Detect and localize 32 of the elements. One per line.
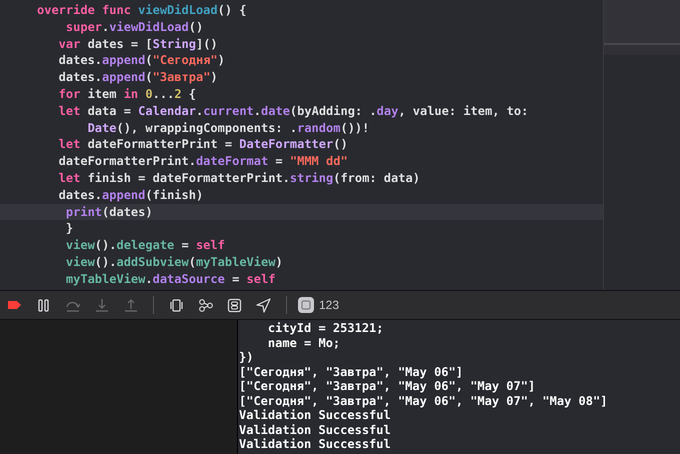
process-id: 123 [319, 298, 340, 312]
chip-icon[interactable] [297, 296, 315, 314]
code-line: dates.append("Завтра") [58, 69, 219, 86]
console-line: name = Mo; [266, 336, 342, 350]
code-line: var dates = [String]() [58, 36, 219, 52]
code-line: dates.append(finish) [58, 186, 204, 204]
console-line: cityId = 253121; [266, 321, 384, 336]
console-line: Validation Successful [239, 408, 392, 422]
code-line: } [64, 220, 74, 238]
code-line: myTableView.dataSource = self [64, 270, 276, 288]
console-line: Validation Successful [239, 422, 392, 437]
code-line: dates.append("Сегодня") [58, 52, 226, 70]
code-line: let dateFormatterPrint = DateFormatter() [58, 136, 349, 154]
code-line: Date(), wrappingComponents: .random())! [86, 120, 370, 136]
code-line: view().addSubview(myTableView) [64, 254, 284, 271]
view-hierarchy-icon[interactable] [169, 298, 184, 312]
location-arrow-icon[interactable] [256, 298, 271, 312]
code-line: let finish = dateFormatterPrint.string(from: data) [58, 170, 421, 187]
pause-icon[interactable] [36, 298, 51, 312]
console-line: ["Сегодня", "Завтра", "May 06"] [239, 364, 464, 379]
console-line: ["Сегодня", "Завтра", "May 06", "May 07"] [239, 379, 536, 394]
console-line: }) [239, 350, 254, 364]
environment-overrides-icon[interactable] [227, 298, 242, 312]
code-line: super.viewDidLoad() [64, 18, 204, 36]
console-line: Validation Successful [239, 437, 392, 452]
console-line: ["Сегодня", "Завтра", "May 06", "May 07", "May 08"] [239, 394, 608, 408]
code-line: for item in 0...2 { [58, 86, 197, 103]
memory-graph-icon[interactable] [198, 298, 213, 312]
code-line: dateFormatterPrint.dateFormat = "MMM dd" [58, 153, 349, 170]
code-line: override func viewDidLoad() { [36, 2, 248, 19]
code-line: let data = Calendar.current.date(byAdding: .day, value: item, to: [58, 102, 530, 120]
code-line: view().delegate = self [64, 237, 226, 254]
